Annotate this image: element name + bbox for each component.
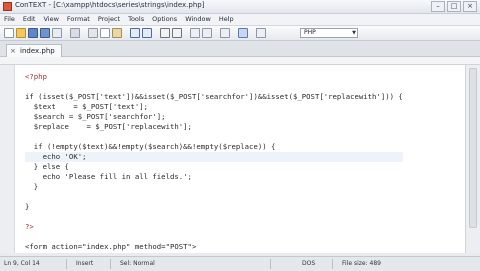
menu-tools[interactable]: Tools bbox=[124, 14, 148, 25]
menu-format[interactable]: Format bbox=[63, 14, 94, 25]
code-line[interactable] bbox=[25, 82, 403, 92]
undo-icon[interactable] bbox=[130, 28, 140, 38]
save-icon[interactable] bbox=[28, 28, 38, 38]
menu-view[interactable]: View bbox=[39, 14, 62, 25]
menu-project[interactable]: Project bbox=[94, 14, 124, 25]
insert-mode: Insert bbox=[76, 260, 94, 267]
title-bar: ConTEXT - [C:\xampp\htdocs\series\string… bbox=[0, 0, 480, 14]
code-line[interactable]: <form action="index.php" method="POST"> bbox=[25, 242, 403, 252]
menu-help[interactable]: Help bbox=[215, 14, 238, 25]
code-line[interactable]: } bbox=[25, 182, 403, 192]
code-line[interactable] bbox=[25, 232, 403, 242]
window-title: ConTEXT - [C:\xampp\htdocs\series\string… bbox=[15, 1, 205, 9]
code-line[interactable] bbox=[25, 212, 403, 222]
chevron-down-icon: ▼ bbox=[352, 30, 356, 36]
selection-mode: Sel: Normal bbox=[120, 260, 155, 267]
code-line[interactable]: echo 'Please fill in all fields.'; bbox=[25, 172, 403, 182]
code-line[interactable]: $text = $_POST['text']; bbox=[25, 102, 403, 112]
tab-strip: × index.php bbox=[0, 41, 480, 57]
toolbar: PHP ▼ bbox=[0, 26, 480, 41]
menu-options[interactable]: Options bbox=[148, 14, 181, 25]
code-line[interactable]: echo 'OK'; bbox=[25, 152, 403, 162]
language-select[interactable]: PHP ▼ bbox=[300, 28, 358, 38]
code-line[interactable]: if (isset($_POST['text'])&&isset($_POST[… bbox=[25, 92, 403, 102]
close-icon[interactable] bbox=[52, 28, 62, 38]
app-icon bbox=[3, 2, 12, 11]
bookmark-icon[interactable] bbox=[238, 28, 248, 38]
code-editor[interactable]: <?php if (isset($_POST['text'])&&isset($… bbox=[14, 65, 467, 253]
scrollbar-thumb[interactable] bbox=[469, 68, 477, 228]
line-ending-format: DOS bbox=[302, 260, 316, 267]
code-line[interactable]: if (!empty($text)&&!empty($search)&&!emp… bbox=[25, 142, 403, 152]
replace-icon[interactable] bbox=[172, 28, 182, 38]
code-line[interactable]: $replace = $_POST['replacewith']; bbox=[25, 122, 403, 132]
code-line[interactable] bbox=[25, 132, 403, 142]
code-area[interactable]: <?php if (isset($_POST['text'])&&isset($… bbox=[25, 72, 403, 252]
code-line[interactable]: $search = $_POST['searchfor']; bbox=[25, 112, 403, 122]
file-size: File size: 489 bbox=[342, 260, 381, 267]
outdent-icon[interactable] bbox=[202, 28, 212, 38]
tab-index-php[interactable]: × index.php bbox=[6, 44, 62, 57]
wrap-icon[interactable] bbox=[220, 28, 230, 38]
menu-edit[interactable]: Edit bbox=[19, 14, 40, 25]
find-icon[interactable] bbox=[160, 28, 170, 38]
paste-icon[interactable] bbox=[112, 28, 122, 38]
help-icon[interactable] bbox=[256, 28, 266, 38]
code-line[interactable] bbox=[25, 192, 403, 202]
code-line[interactable]: } bbox=[25, 202, 403, 212]
cursor-position: Ln 9, Col 14 bbox=[4, 260, 40, 267]
new-file-icon[interactable] bbox=[4, 28, 14, 38]
menu-file[interactable]: File bbox=[0, 14, 19, 25]
close-window-button[interactable]: × bbox=[463, 1, 477, 12]
tab-label: index.php bbox=[20, 47, 55, 55]
vertical-scrollbar[interactable] bbox=[465, 65, 480, 253]
code-line[interactable]: <?php bbox=[25, 72, 403, 82]
maximize-button[interactable]: □ bbox=[447, 1, 461, 12]
indent-icon[interactable] bbox=[190, 28, 200, 38]
menu-bar: File Edit View Format Project Tools Opti… bbox=[0, 14, 480, 26]
cut-icon[interactable] bbox=[88, 28, 98, 38]
copy-icon[interactable] bbox=[100, 28, 110, 38]
close-tab-icon[interactable]: × bbox=[10, 45, 16, 57]
code-line[interactable]: } else { bbox=[25, 162, 403, 172]
redo-icon[interactable] bbox=[142, 28, 152, 38]
ruler bbox=[0, 57, 480, 65]
menu-window[interactable]: Window bbox=[181, 14, 215, 25]
save-all-icon[interactable] bbox=[40, 28, 50, 38]
print-icon[interactable] bbox=[70, 28, 80, 38]
language-value: PHP bbox=[304, 29, 316, 36]
code-line[interactable]: ?> bbox=[25, 222, 403, 232]
window-controls: – □ × bbox=[429, 1, 477, 12]
open-icon[interactable] bbox=[16, 28, 26, 38]
status-bar: Ln 9, Col 14 Insert Sel: Normal DOS File… bbox=[0, 256, 480, 271]
minimize-button[interactable]: – bbox=[431, 1, 445, 12]
line-gutter bbox=[0, 65, 14, 253]
